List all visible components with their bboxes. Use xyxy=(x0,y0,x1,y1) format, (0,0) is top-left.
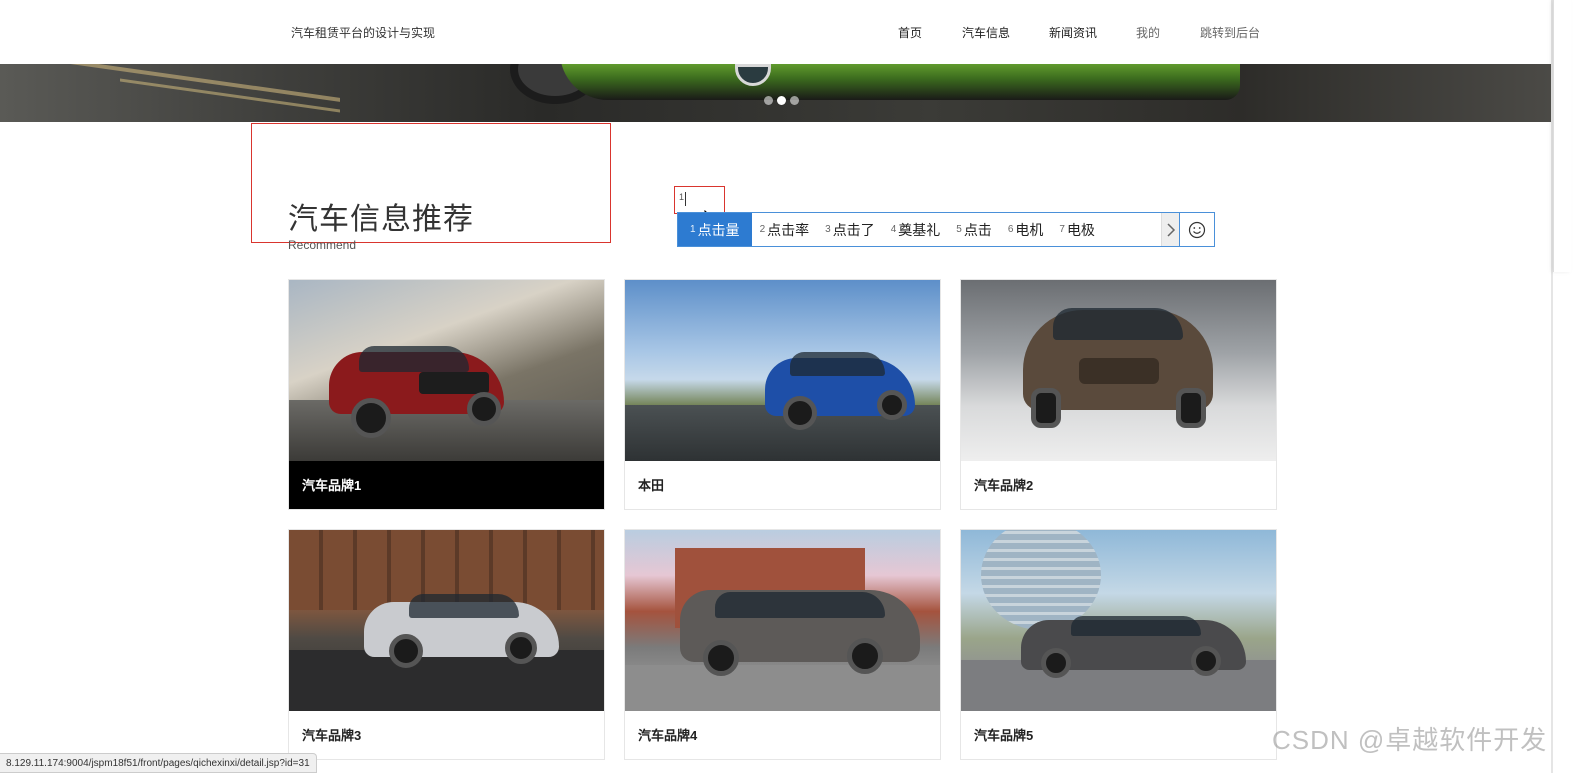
ime-candidate-index: 6 xyxy=(1007,224,1014,235)
car-photo xyxy=(961,280,1276,461)
main-nav: 首页 汽车信息 新闻资讯 我的 跳转到后台 xyxy=(0,24,1571,40)
ime-candidate-index: 5 xyxy=(956,224,962,235)
nav-home[interactable]: 首页 xyxy=(898,24,922,41)
ime-candidate-4[interactable]: 4 奠基礼 xyxy=(883,213,949,246)
ime-candidate-text: 点击 xyxy=(963,221,992,238)
top-header: 汽车租赁平台的设计与实现 首页 汽车信息 新闻资讯 我的 跳转到后台 xyxy=(0,0,1571,64)
car-photo xyxy=(625,530,940,711)
text-caret xyxy=(685,192,686,206)
car-card-5[interactable]: 汽车品牌4 xyxy=(624,529,941,760)
ime-candidate-6[interactable]: 6 电机 xyxy=(1000,213,1052,246)
ime-next-page-button[interactable] xyxy=(1161,213,1179,246)
ime-emoji-button[interactable] xyxy=(1179,213,1214,246)
carousel-dot-3[interactable] xyxy=(790,96,799,105)
ime-candidate-index: 7 xyxy=(1059,224,1065,235)
ime-candidate-2[interactable]: 2 点击率 xyxy=(752,213,818,246)
status-bar-url: 8.129.11.174:9004/jspm18f51/front/pages/… xyxy=(0,753,317,773)
carousel-dot-2[interactable] xyxy=(777,96,786,105)
ime-candidate-text: 点击量 xyxy=(697,221,740,238)
car-photo xyxy=(289,280,604,461)
nav-admin[interactable]: 跳转到后台 xyxy=(1200,24,1260,41)
carousel-indicators xyxy=(764,96,799,106)
nav-mine[interactable]: 我的 xyxy=(1136,24,1160,41)
ime-candidate-1[interactable]: 1 点击量 xyxy=(678,213,752,246)
banner-carousel[interactable] xyxy=(0,64,1551,122)
nav-car-info[interactable]: 汽车信息 xyxy=(962,24,1010,41)
banner-road-stripe xyxy=(0,64,340,102)
car-card-title: 汽车品牌3 xyxy=(302,728,362,743)
car-photo xyxy=(289,530,604,711)
car-card-6[interactable]: 汽车品牌5 xyxy=(960,529,1277,760)
car-card-3[interactable]: 汽车品牌2 xyxy=(960,279,1277,510)
car-card-title: 汽车品牌4 xyxy=(638,728,698,743)
watermark: CSDN @卓越软件开发 xyxy=(1272,725,1548,755)
ime-candidate-index: 4 xyxy=(890,224,897,235)
banner-car-image xyxy=(560,64,1240,100)
car-card-title: 汽车品牌5 xyxy=(974,728,1034,743)
carousel-dot-1[interactable] xyxy=(764,96,773,105)
car-photo xyxy=(961,530,1276,711)
ime-candidate-text: 电机 xyxy=(1015,221,1044,238)
car-card-2[interactable]: 本田 xyxy=(624,279,941,510)
ime-candidate-index: 3 xyxy=(825,224,831,235)
nav-news[interactable]: 新闻资讯 xyxy=(1049,24,1097,41)
section-subtitle: Recommend xyxy=(288,238,357,252)
chevron-right-icon xyxy=(1166,222,1175,237)
smiley-icon xyxy=(1188,221,1206,238)
ime-candidate-3[interactable]: 3 点击了 xyxy=(817,213,883,246)
side-panel-edge xyxy=(1553,0,1571,272)
ime-candidate-7[interactable]: 7 电极 xyxy=(1051,213,1097,246)
typed-text: 1 xyxy=(679,192,685,202)
ime-candidate-index: 2 xyxy=(759,224,766,235)
ime-candidate-text: 点击率 xyxy=(767,221,810,238)
ime-candidate-text: 奠基礼 xyxy=(898,221,941,238)
section-title: 汽车信息推荐 xyxy=(288,203,474,236)
car-card-title: 本田 xyxy=(638,478,665,493)
car-card-title: 汽车品牌1 xyxy=(289,461,604,509)
ime-candidate-bar: 1 点击量 2 点击率 3 点击了 4 奠基礼 5 点击 6 电机 7 电极 xyxy=(677,212,1215,247)
car-card-4[interactable]: 汽车品牌3 xyxy=(288,529,605,760)
car-card-title: 汽车品牌2 xyxy=(974,478,1034,493)
ime-candidate-index: 1 xyxy=(690,224,696,235)
car-photo xyxy=(625,280,940,461)
ime-candidate-text: 点击了 xyxy=(832,221,875,238)
ime-candidate-5[interactable]: 5 点击 xyxy=(948,213,1000,246)
car-card-1[interactable]: 汽车品牌1 xyxy=(288,279,605,510)
ime-candidate-text: 电极 xyxy=(1066,221,1095,238)
